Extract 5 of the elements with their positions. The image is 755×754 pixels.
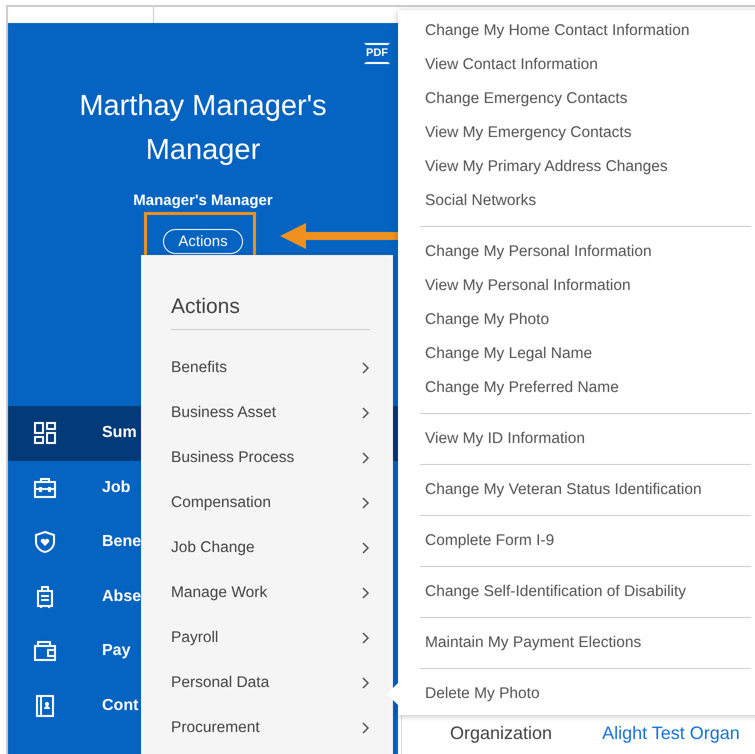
field-label: Organization <box>450 723 552 744</box>
menu-title: Actions <box>171 295 370 330</box>
job-title: Manager's Manager <box>133 192 273 209</box>
profile-name: Marthay Manager's <box>79 89 327 124</box>
profile-name: Manager <box>146 133 260 168</box>
